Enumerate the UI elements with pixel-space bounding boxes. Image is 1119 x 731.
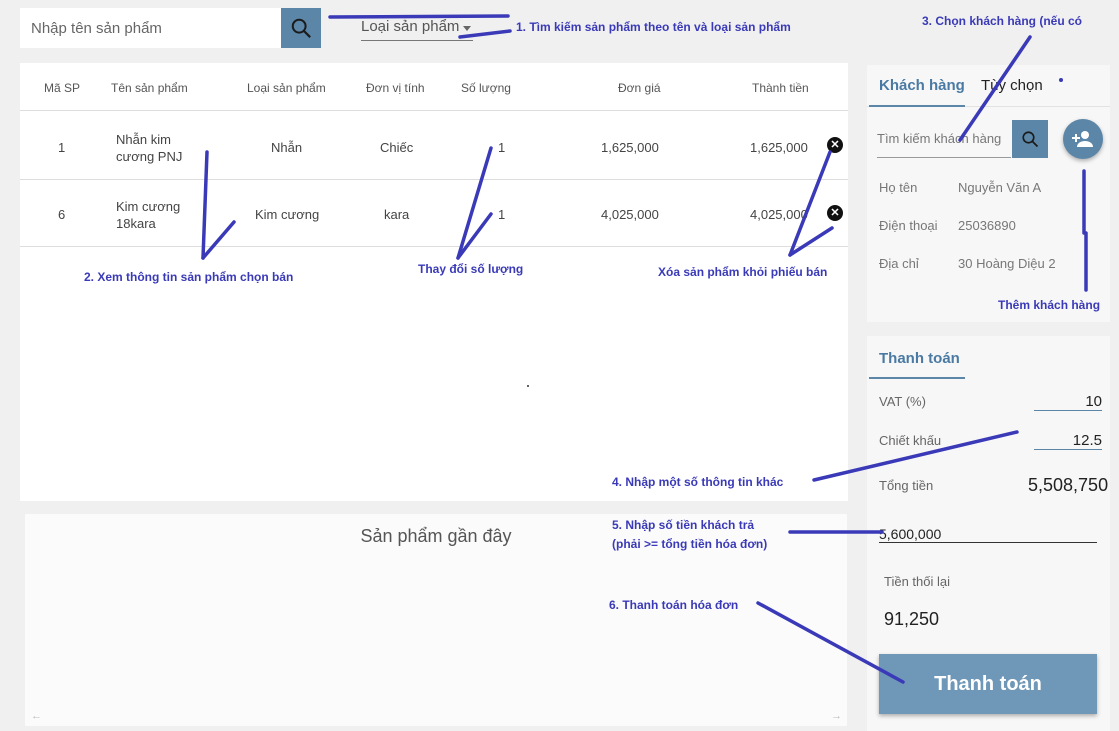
customer-phone-value: 25036890 — [958, 218, 1016, 233]
delete-row-button[interactable]: ✕ — [827, 205, 843, 221]
category-select[interactable]: Loại sản phẩm — [361, 18, 473, 41]
close-icon: ✕ — [830, 207, 840, 219]
cell-unit: Chiếc — [380, 140, 414, 155]
discount-label: Chiết khấu — [879, 433, 942, 448]
annotation-view-product: 2. Xem thông tin sản phẩm chọn bán — [84, 270, 294, 284]
change-value: 91,250 — [884, 609, 940, 629]
cell-qty[interactable]: 1 — [498, 207, 505, 222]
column-header-unit: Đơn vị tính — [366, 81, 425, 95]
close-icon: ✕ — [830, 139, 840, 151]
annotation-paid-line2: (phải >= tổng tiền hóa đơn) — [612, 537, 768, 551]
cell-code: 1 — [58, 140, 66, 155]
cell-price: 1,625,000 — [601, 140, 659, 155]
category-select-value: Loại sản phẩm — [361, 18, 460, 35]
column-header-qty: Số lượng — [461, 81, 511, 95]
customer-search-input[interactable]: Tìm kiếm khách hàng — [877, 121, 1011, 158]
annotation-other-info: 4. Nhập một số thông tin khác — [612, 475, 784, 489]
paid-amount-input[interactable]: 5,600,000 — [879, 526, 1097, 543]
cell-price: 4,025,000 — [601, 207, 659, 222]
cell-total: 1,625,000 — [750, 140, 808, 155]
delete-row-button[interactable]: ✕ — [827, 137, 843, 153]
vat-label: VAT (%) — [879, 394, 926, 409]
annotation-delete-product: Xóa sản phẩm khỏi phiếu bán — [658, 265, 828, 279]
change-label: Tiền thối lại — [884, 574, 950, 589]
cell-name: Nhẫn kim cương PNJ — [116, 132, 183, 164]
discount-input[interactable]: 12.5 — [1034, 432, 1102, 450]
customer-name-value: Nguyễn Văn A — [958, 180, 1042, 195]
scroll-left-icon[interactable]: ← — [31, 710, 42, 722]
cell-code: 6 — [58, 207, 66, 222]
column-header-price: Đơn giá — [618, 81, 661, 95]
header-divider — [20, 110, 848, 111]
customer-search-button[interactable] — [1012, 120, 1048, 158]
column-header-type: Loại sản phẩm — [247, 81, 326, 95]
search-icon — [291, 18, 311, 38]
cell-total: 4,025,000 — [750, 207, 808, 222]
scroll-right-icon[interactable]: → — [831, 710, 842, 722]
annotation-paid-line1: 5. Nhập số tiền khách trả — [612, 518, 755, 532]
active-tab-indicator — [869, 377, 965, 379]
cell-qty[interactable]: 1 — [498, 140, 505, 155]
cell-type: Nhẫn — [271, 140, 303, 155]
cell-name: Kim cương 18kara — [116, 199, 181, 231]
column-header-name: Tên sản phẩm — [111, 81, 188, 95]
active-tab-indicator — [869, 105, 965, 107]
annotation-pay: 6. Thanh toán hóa đơn — [609, 598, 739, 612]
row-divider — [20, 179, 848, 180]
customer-phone-label: Điện thoại — [879, 218, 938, 233]
tab-customer[interactable]: Khách hàng — [879, 77, 965, 94]
add-customer-button[interactable] — [1063, 119, 1103, 159]
add-user-icon — [1072, 131, 1093, 147]
total-value: 5,508,750 — [1028, 475, 1109, 495]
customer-panel: Khách hàng Tùy chọn Tìm kiếm khách hàng … — [867, 65, 1110, 322]
annotation-choose-customer: 3. Chọn khách hàng (nếu có — [922, 14, 1083, 28]
product-search-button[interactable] — [281, 8, 321, 48]
chevron-down-icon — [463, 26, 471, 31]
cell-type: Kim cương — [255, 207, 320, 222]
tab-payment[interactable]: Thanh toán — [879, 350, 960, 367]
tab-options[interactable]: Tùy chọn — [981, 77, 1043, 94]
vat-input[interactable]: 10 — [1034, 393, 1102, 411]
row-divider — [20, 246, 848, 247]
product-search-input[interactable] — [20, 8, 271, 48]
pay-button[interactable]: Thanh toán — [879, 654, 1097, 714]
column-header-code: Mã SP — [44, 81, 81, 95]
customer-name-label: Họ tên — [879, 180, 918, 195]
search-icon — [1022, 131, 1039, 148]
payment-panel: Thanh toán VAT (%) 10 Chiết khấu 12.5 Tổ… — [867, 336, 1110, 731]
customer-address-label: Địa chỉ — [879, 256, 919, 271]
total-label: Tổng tiền — [879, 478, 934, 493]
annotation-search: 1. Tìm kiếm sản phẩm theo tên và loại sả… — [516, 20, 791, 34]
annotation-add-customer: Thêm khách hàng — [998, 298, 1101, 312]
product-search-box[interactable] — [20, 8, 281, 48]
column-header-total: Thành tiền — [752, 81, 809, 95]
customer-address-value: 30 Hoàng Diệu 2 — [958, 256, 1056, 271]
cell-unit: kara — [384, 207, 410, 222]
annotation-change-qty: Thay đổi số lượng — [418, 262, 524, 276]
